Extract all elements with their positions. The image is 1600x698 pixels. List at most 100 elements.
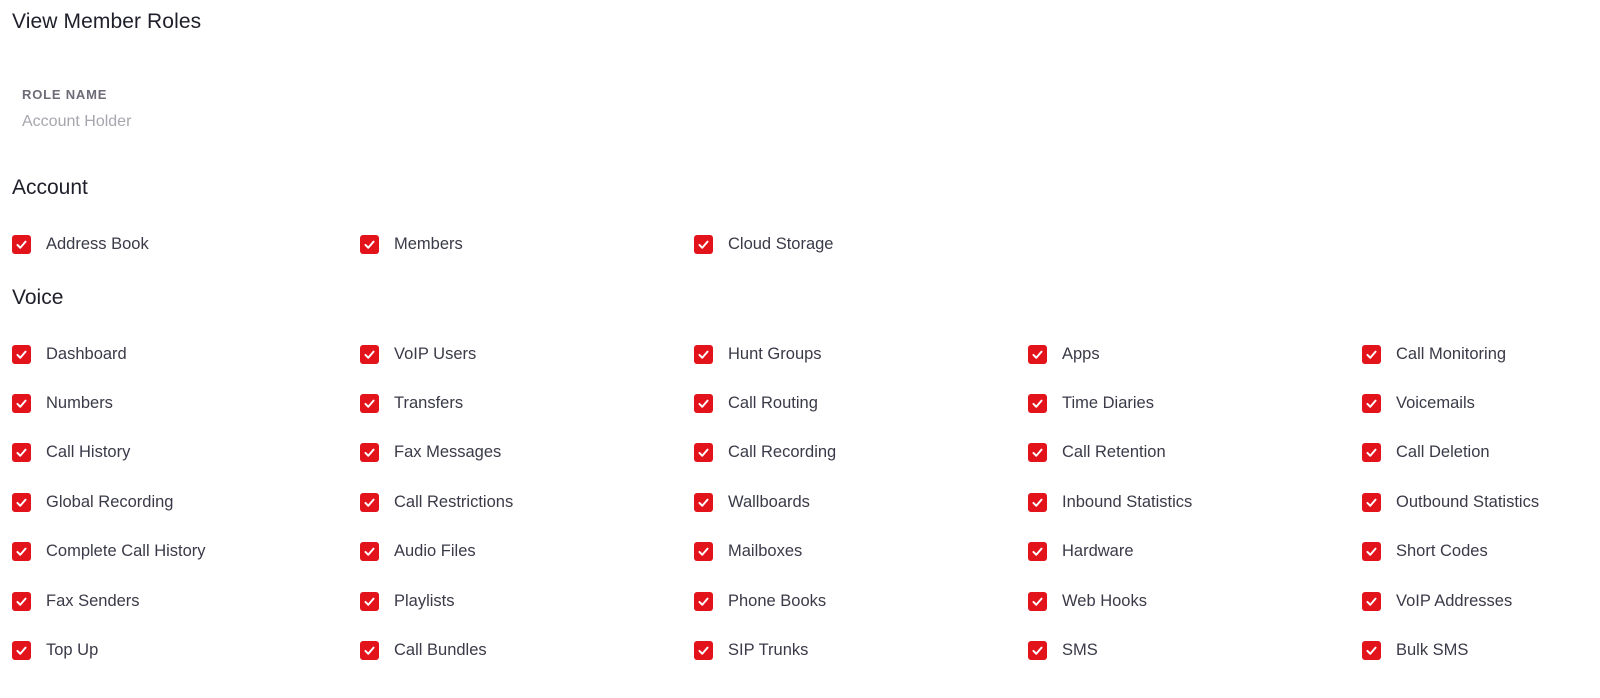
permission-item-hunt-groups: Hunt Groups	[694, 342, 822, 366]
checkmark-icon	[698, 350, 709, 359]
permission-item-hardware: Hardware	[1028, 540, 1134, 564]
section-title-account: Account	[12, 176, 88, 199]
permission-item-wallboards: Wallboards	[694, 490, 810, 514]
checkbox-audio-files[interactable]	[360, 542, 379, 562]
permission-label: VoIP Addresses	[1396, 591, 1513, 610]
checkmark-icon	[364, 399, 375, 408]
permission-item-call-bundles: Call Bundles	[360, 638, 487, 662]
checkmark-icon	[364, 240, 375, 249]
checkbox-bulk-sms[interactable]	[1362, 640, 1381, 660]
page-title: View Member Roles	[12, 10, 202, 33]
checkmark-icon	[364, 498, 375, 507]
checkbox-address-book[interactable]	[12, 234, 31, 254]
checkmark-icon	[1366, 448, 1377, 458]
checkbox-hunt-groups[interactable]	[694, 344, 713, 364]
checkmark-icon	[698, 646, 709, 655]
checkbox-fax-senders[interactable]	[12, 591, 31, 611]
view-member-roles-page: View Member Roles ROLE NAME Account Hold…	[0, 0, 1600, 698]
checkmark-icon	[364, 350, 375, 359]
checkbox-voip-users[interactable]	[360, 344, 379, 364]
checkmark-icon	[698, 240, 709, 249]
permission-item-complete-call-history: Complete Call History	[12, 540, 206, 564]
checkmark-icon	[364, 646, 375, 655]
checkmark-icon	[1032, 597, 1043, 606]
checkbox-sip-trunks[interactable]	[694, 640, 713, 660]
permission-label: Transfers	[394, 393, 464, 412]
checkbox-inbound-statistics[interactable]	[1028, 492, 1047, 512]
permission-item-voip-addresses: VoIP Addresses	[1362, 589, 1512, 613]
permission-label: Hardware	[1062, 542, 1134, 561]
permission-label: Hunt Groups	[728, 344, 822, 363]
checkbox-dashboard[interactable]	[12, 344, 31, 364]
checkmark-icon	[698, 597, 709, 606]
checkbox-call-bundles[interactable]	[360, 640, 379, 660]
checkbox-top-up[interactable]	[12, 640, 31, 660]
checkbox-outbound-statistics[interactable]	[1362, 492, 1381, 512]
permission-item-outbound-statistics: Outbound Statistics	[1362, 490, 1539, 514]
checkbox-call-recording[interactable]	[694, 443, 713, 463]
checkmark-icon	[364, 597, 375, 606]
checkbox-numbers[interactable]	[12, 393, 31, 413]
permission-label: Mailboxes	[728, 542, 803, 561]
permission-label: SIP Trunks	[728, 640, 809, 659]
permission-item-bulk-sms: Bulk SMS	[1362, 638, 1468, 662]
permission-item-transfers: Transfers	[360, 391, 463, 415]
permission-label: Playlists	[394, 591, 455, 610]
checkmark-icon	[1032, 448, 1043, 458]
checkbox-voip-addresses[interactable]	[1362, 591, 1381, 611]
checkbox-call-deletion[interactable]	[1362, 443, 1381, 463]
permission-label: Audio Files	[394, 542, 476, 561]
permission-label: SMS	[1062, 640, 1098, 659]
checkbox-mailboxes[interactable]	[694, 542, 713, 562]
checkbox-short-codes[interactable]	[1362, 542, 1381, 562]
permission-item-call-monitoring: Call Monitoring	[1362, 342, 1506, 366]
checkbox-complete-call-history[interactable]	[12, 542, 31, 562]
permission-item-apps: Apps	[1028, 342, 1100, 366]
permission-item-inbound-statistics: Inbound Statistics	[1028, 490, 1192, 514]
permission-item-voip-users: VoIP Users	[360, 342, 476, 366]
permission-item-short-codes: Short Codes	[1362, 540, 1488, 564]
checkbox-web-hooks[interactable]	[1028, 591, 1047, 611]
checkbox-playlists[interactable]	[360, 591, 379, 611]
checkbox-call-restrictions[interactable]	[360, 492, 379, 512]
permission-label: Complete Call History	[46, 542, 206, 561]
permission-item-numbers: Numbers	[12, 391, 113, 415]
permission-label: Wallboards	[728, 492, 810, 511]
checkbox-phone-books[interactable]	[694, 591, 713, 611]
permission-label: Inbound Statistics	[1062, 492, 1193, 511]
permission-label: Global Recording	[46, 492, 174, 511]
permission-label: Call Monitoring	[1396, 344, 1507, 363]
checkmark-icon	[16, 240, 27, 249]
permission-label: VoIP Users	[394, 344, 477, 363]
checkbox-transfers[interactable]	[360, 393, 379, 413]
checkbox-call-routing[interactable]	[694, 393, 713, 413]
checkbox-apps[interactable]	[1028, 344, 1047, 364]
checkmark-icon	[1366, 646, 1377, 655]
permission-label: Call History	[46, 443, 131, 462]
checkbox-sms[interactable]	[1028, 640, 1047, 660]
permission-label: Numbers	[46, 393, 113, 412]
checkbox-voicemails[interactable]	[1362, 393, 1381, 413]
checkbox-members[interactable]	[360, 234, 379, 254]
permission-label: Phone Books	[728, 591, 827, 610]
checkbox-call-monitoring[interactable]	[1362, 344, 1381, 364]
checkbox-time-diaries[interactable]	[1028, 393, 1047, 413]
checkbox-call-history[interactable]	[12, 443, 31, 463]
checkmark-icon	[698, 547, 709, 556]
checkbox-wallboards[interactable]	[694, 492, 713, 512]
checkmark-icon	[1032, 399, 1043, 408]
permission-item-members: Members	[360, 232, 463, 256]
checkmark-icon	[1032, 547, 1043, 556]
permission-label: Call Recording	[728, 443, 837, 462]
checkbox-call-retention[interactable]	[1028, 443, 1047, 463]
permission-label: Time Diaries	[1062, 393, 1154, 412]
permission-item-dashboard: Dashboard	[12, 342, 127, 366]
checkmark-icon	[1032, 350, 1043, 359]
checkmark-icon	[364, 448, 375, 458]
permission-label: Outbound Statistics	[1396, 492, 1540, 511]
checkbox-cloud-storage[interactable]	[694, 234, 713, 254]
checkbox-fax-messages[interactable]	[360, 443, 379, 463]
checkbox-global-recording[interactable]	[12, 492, 31, 512]
checkbox-hardware[interactable]	[1028, 542, 1047, 562]
permission-label: Call Routing	[728, 393, 818, 412]
